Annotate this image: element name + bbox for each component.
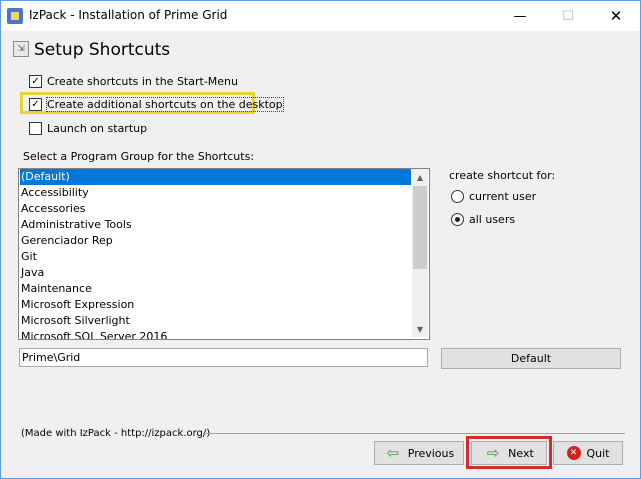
quit-button[interactable]: ✕ Quit	[553, 441, 623, 465]
list-scrollbar[interactable]: ▲ ▼	[412, 169, 428, 337]
radio-all-users[interactable]	[451, 212, 464, 226]
scroll-up-icon[interactable]: ▲	[412, 169, 428, 185]
arrow-left-icon: ⇦	[386, 444, 400, 462]
footer-divider	[203, 433, 625, 434]
list-item[interactable]: Maintenance	[21, 281, 409, 297]
title-bar[interactable]: IzPack - Installation of Prime Grid — ☐ …	[1, 1, 640, 31]
radio-current-user[interactable]	[451, 189, 464, 203]
scroll-down-icon[interactable]: ▼	[412, 321, 428, 337]
installer-window: IzPack - Installation of Prime Grid — ☐ …	[0, 0, 641, 479]
maximize-button: ☐	[562, 8, 574, 24]
quit-button-label: Quit	[586, 446, 610, 460]
minimize-button[interactable]: —	[497, 1, 543, 31]
next-button-label: Next	[508, 446, 534, 460]
izpack-app-icon	[7, 8, 23, 24]
list-item[interactable]: Gerenciador Rep	[21, 233, 409, 249]
checkbox-launch-row[interactable]: Launch on startup	[29, 119, 147, 137]
list-item[interactable]: Microsoft SQL Server 2016	[21, 329, 409, 339]
quit-icon: ✕	[566, 446, 581, 460]
checkbox-start-menu-row[interactable]: ✓ Create shortcuts in the Start-Menu	[29, 72, 238, 90]
panel-header-icon: ⇲	[13, 41, 29, 57]
create-for-label: create shortcut for:	[449, 169, 556, 182]
radio-all-users-label: all users	[469, 212, 516, 226]
checkbox-desktop-row[interactable]: ✓ Create additional shortcuts on the des…	[29, 95, 284, 113]
list-item[interactable]: Java	[21, 265, 409, 281]
list-item[interactable]: Accessibility	[21, 185, 409, 201]
radio-all-users-row[interactable]: all users	[451, 210, 515, 228]
scroll-thumb[interactable]	[413, 186, 427, 269]
arrow-right-icon: ⇨	[486, 444, 500, 462]
next-button[interactable]: ⇨ Next	[471, 441, 547, 465]
previous-button-label: Previous	[407, 446, 455, 460]
checkbox-launch-label: Launch on startup	[47, 121, 148, 135]
panel-title: Setup Shortcuts	[34, 40, 171, 60]
program-group-label: Select a Program Group for the Shortcuts…	[23, 150, 255, 163]
previous-button[interactable]: ⇦ Previous	[374, 441, 464, 465]
checkbox-desktop[interactable]: ✓	[29, 97, 42, 111]
checkbox-start-menu-label: Create shortcuts in the Start-Menu	[47, 74, 238, 88]
checkbox-launch-startup[interactable]	[29, 121, 42, 135]
list-item[interactable]: Git	[21, 249, 409, 265]
checkbox-start-menu[interactable]: ✓	[29, 74, 42, 88]
list-item[interactable]: (Default)	[20, 169, 411, 185]
program-group-list[interactable]: (Default) Accessibility Accessories Admi…	[18, 168, 430, 340]
izpack-credit: (Made with IzPack - http://izpack.org/)	[21, 428, 211, 439]
checkbox-desktop-label: Create additional shortcuts on the deskt…	[46, 96, 284, 112]
list-item[interactable]: Administrative Tools	[21, 217, 409, 233]
list-item[interactable]: Microsoft Expression	[21, 297, 409, 313]
program-group-input[interactable]: Prime\Grid	[19, 348, 428, 367]
default-button[interactable]: Default	[441, 348, 621, 369]
radio-current-user-row[interactable]: current user	[451, 187, 536, 205]
window-title: IzPack - Installation of Prime Grid	[29, 8, 228, 22]
list-item[interactable]: Accessories	[21, 201, 409, 217]
list-item[interactable]: Microsoft Silverlight	[21, 313, 409, 329]
close-button[interactable]: ✕	[593, 1, 639, 31]
radio-current-user-label: current user	[469, 189, 537, 203]
